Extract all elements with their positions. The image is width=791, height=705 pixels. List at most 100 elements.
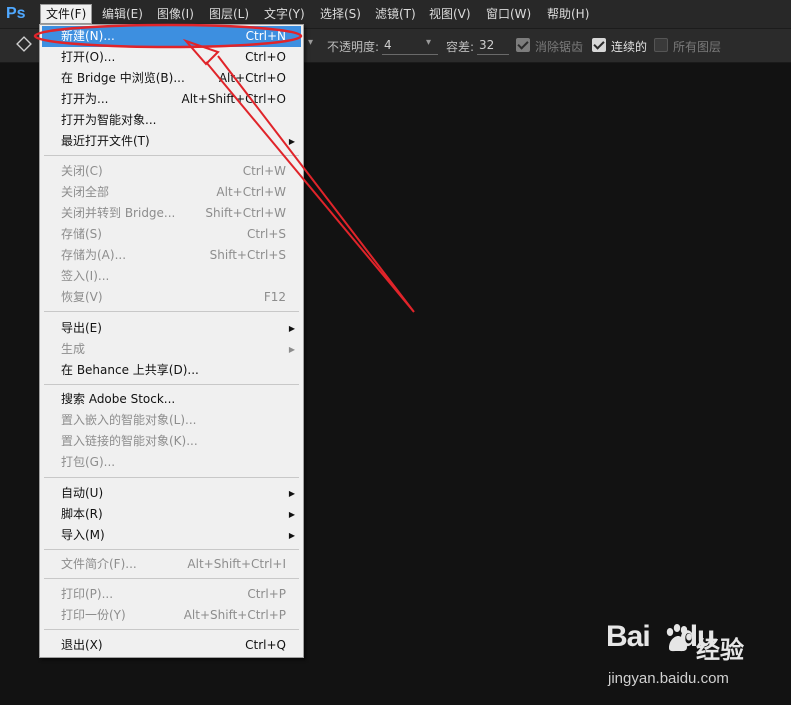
menu-item-shortcut: Alt+Shift+Ctrl+O: [181, 92, 286, 106]
menu-item-label: 打开为...: [61, 92, 109, 106]
submenu-arrow-icon: ▶: [288, 489, 295, 498]
menu-item-search-adobe-stock[interactable]: 搜索 Adobe Stock...: [42, 389, 301, 410]
menu-item-import[interactable]: 导入(M) ▶: [42, 525, 301, 546]
opacity-value: 4: [384, 38, 392, 52]
all-layers-checkbox[interactable]: [654, 38, 668, 52]
menu-item-close-all[interactable]: 关闭全部 Alt+Ctrl+W: [42, 182, 301, 203]
menu-item-shortcut: Alt+Ctrl+O: [218, 71, 286, 85]
menu-item-label: 打印一份(Y): [61, 608, 126, 622]
submenu-arrow-icon: ▶: [288, 531, 295, 540]
menu-item-shortcut: Ctrl+N: [245, 29, 286, 43]
menu-separator: [44, 578, 299, 579]
menu-item-package[interactable]: 打包(G)...: [42, 452, 301, 473]
chevron-down-icon[interactable]: ▾: [426, 37, 431, 48]
menu-item-shortcut: Ctrl+O: [245, 50, 286, 64]
menu-item-shortcut: Ctrl+Q: [245, 638, 286, 652]
menu-item-check-in[interactable]: 签入(I)...: [42, 266, 301, 287]
menu-select[interactable]: 选择(S): [315, 5, 366, 23]
menu-item-revert[interactable]: 恢复(V) F12: [42, 287, 301, 308]
menu-separator: [44, 477, 299, 478]
menu-item-open-as-smart-object[interactable]: 打开为智能对象...: [42, 110, 301, 131]
menu-image[interactable]: 图像(I): [152, 5, 199, 23]
menu-separator: [44, 311, 299, 312]
baidu-jingyan-watermark: Bai du 经验 jingyan.baidu.com: [606, 620, 781, 690]
menu-item-open[interactable]: 打开(O)... Ctrl+O: [42, 47, 301, 68]
menu-file[interactable]: 文件(F): [40, 4, 93, 24]
menu-item-export[interactable]: 导出(E) ▶: [42, 318, 301, 339]
menu-item-label: 打开为智能对象...: [61, 113, 157, 127]
menu-item-shortcut: Alt+Shift+Ctrl+I: [187, 557, 286, 571]
menu-item-label: 导出(E): [61, 321, 102, 335]
submenu-arrow-icon: ▶: [288, 510, 295, 519]
menu-item-shortcut: Alt+Shift+Ctrl+P: [183, 608, 286, 622]
menu-item-shortcut: Ctrl+S: [246, 227, 286, 241]
menu-item-open-as[interactable]: 打开为... Alt+Shift+Ctrl+O: [42, 89, 301, 110]
menu-item-place-embedded[interactable]: 置入嵌入的智能对象(L)...: [42, 410, 301, 431]
menu-item-label: 关闭(C): [61, 164, 103, 178]
menu-item-file-info[interactable]: 文件简介(F)... Alt+Shift+Ctrl+I: [42, 554, 301, 575]
menu-item-exit[interactable]: 退出(X) Ctrl+Q: [42, 635, 301, 656]
menu-item-print[interactable]: 打印(P)... Ctrl+P: [42, 584, 301, 605]
submenu-arrow-icon: ▶: [288, 324, 295, 333]
menu-item-shortcut: Shift+Ctrl+S: [209, 248, 286, 262]
menu-item-label: 最近打开文件(T): [61, 134, 150, 148]
menu-item-label: 置入链接的智能对象(K)...: [61, 434, 198, 448]
menu-edit[interactable]: 编辑(E): [97, 5, 148, 23]
menu-item-label: 关闭并转到 Bridge...: [61, 206, 176, 220]
menu-filter[interactable]: 滤镜(T): [370, 5, 421, 23]
chevron-down-icon[interactable]: ▾: [308, 37, 313, 48]
menu-item-label: 文件简介(F)...: [61, 557, 137, 571]
menu-item-label: 生成: [61, 342, 86, 356]
antialias-label: 消除锯齿: [535, 40, 584, 54]
menu-item-close[interactable]: 关闭(C) Ctrl+W: [42, 161, 301, 182]
menu-layer[interactable]: 图层(L): [204, 5, 254, 23]
menu-item-shortcut: Alt+Ctrl+W: [216, 185, 286, 199]
menu-separator: [44, 384, 299, 385]
magic-eraser-icon[interactable]: [16, 36, 32, 52]
menu-item-label: 签入(I)...: [61, 269, 110, 283]
menu-item-shortcut: Ctrl+P: [247, 587, 286, 601]
menu-item-generate[interactable]: 生成 ▶: [42, 339, 301, 360]
menu-item-label: 关闭全部: [61, 185, 110, 199]
menu-item-print-one-copy[interactable]: 打印一份(Y) Alt+Shift+Ctrl+P: [42, 605, 301, 626]
menu-item-scripts[interactable]: 脚本(R) ▶: [42, 504, 301, 525]
menu-item-place-linked[interactable]: 置入链接的智能对象(K)...: [42, 431, 301, 452]
menu-item-save-as[interactable]: 存储为(A)... Shift+Ctrl+S: [42, 245, 301, 266]
photoshop-logo: Ps: [6, 5, 26, 22]
menu-item-new[interactable]: 新建(N)... Ctrl+N: [42, 26, 301, 47]
menu-item-label: 导入(M): [61, 528, 105, 542]
file-menu-dropdown: 新建(N)... Ctrl+N 打开(O)... Ctrl+O 在 Bridge…: [39, 24, 304, 658]
menu-help[interactable]: 帮助(H): [542, 5, 594, 23]
menu-item-label: 恢复(V): [61, 290, 103, 304]
menu-item-label: 打印(P)...: [61, 587, 114, 601]
contiguous-label: 连续的: [611, 40, 648, 54]
menu-item-open-recent[interactable]: 最近打开文件(T) ▶: [42, 131, 301, 152]
menu-item-label: 脚本(R): [61, 507, 103, 521]
menu-separator: [44, 155, 299, 156]
menu-type[interactable]: 文字(Y): [259, 5, 310, 23]
antialias-checkbox[interactable]: [516, 38, 530, 52]
menu-item-share-on-behance[interactable]: 在 Behance 上共享(D)...: [42, 360, 301, 381]
menu-window[interactable]: 窗口(W): [481, 5, 536, 23]
menu-item-automate[interactable]: 自动(U) ▶: [42, 483, 301, 504]
opacity-label: 不透明度:: [327, 40, 380, 54]
submenu-arrow-icon: ▶: [288, 137, 295, 146]
contiguous-checkbox[interactable]: [592, 38, 606, 52]
menu-item-label: 打开(O)...: [61, 50, 116, 64]
menu-item-label: 搜索 Adobe Stock...: [61, 392, 176, 406]
tolerance-value: 32: [479, 38, 495, 52]
menu-item-label: 自动(U): [61, 486, 104, 500]
menu-item-browse-in-bridge[interactable]: 在 Bridge 中浏览(B)... Alt+Ctrl+O: [42, 68, 301, 89]
tolerance-input[interactable]: 32: [477, 36, 509, 55]
menu-item-label: 打包(G)...: [61, 455, 116, 469]
menu-item-label: 置入嵌入的智能对象(L)...: [61, 413, 197, 427]
baidu-paw-icon: [666, 624, 692, 652]
menu-view[interactable]: 视图(V): [424, 5, 476, 23]
submenu-arrow-icon: ▶: [288, 345, 295, 354]
menu-item-save[interactable]: 存储(S) Ctrl+S: [42, 224, 301, 245]
menu-item-label: 存储(S): [61, 227, 102, 241]
menu-item-label: 在 Behance 上共享(D)...: [61, 363, 199, 377]
menu-item-label: 新建(N)...: [61, 29, 115, 43]
menu-item-label: 退出(X): [61, 638, 103, 652]
menu-item-close-and-go-to-bridge[interactable]: 关闭并转到 Bridge... Shift+Ctrl+W: [42, 203, 301, 224]
